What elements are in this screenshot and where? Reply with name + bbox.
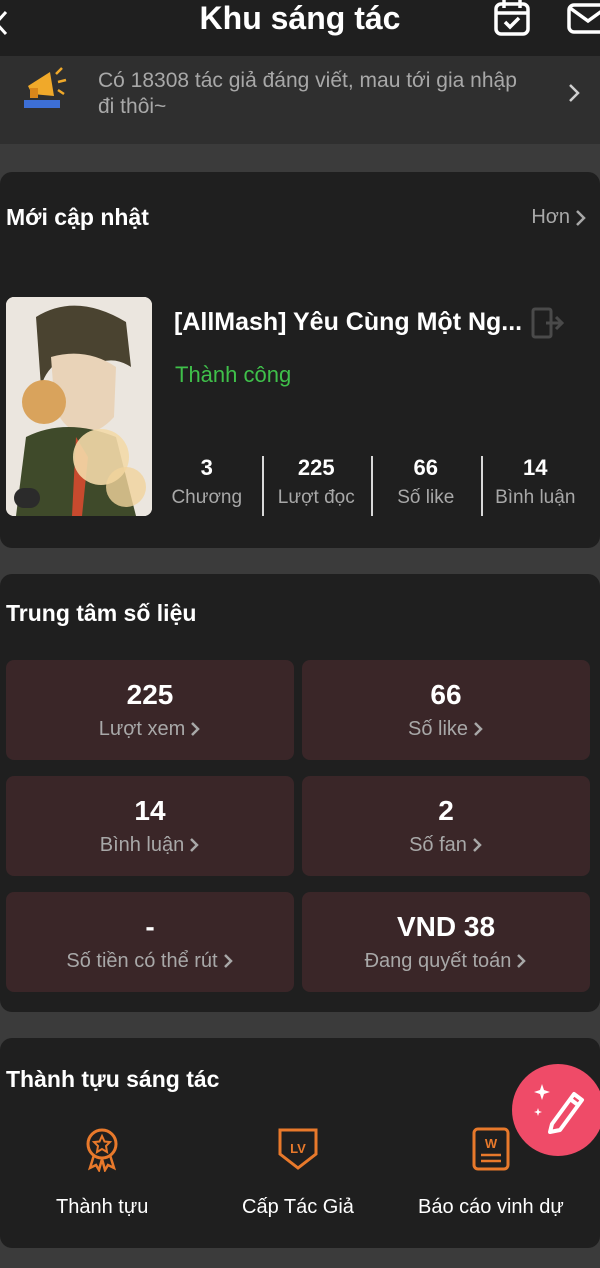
stat-label: Số like [408, 712, 484, 746]
comment-badge-icon [14, 488, 40, 508]
stat-label: Chương [171, 487, 243, 508]
chevron-right-icon [517, 954, 527, 968]
chevron-right-icon [576, 209, 586, 226]
chevron-right-icon [223, 954, 233, 968]
stat-label: Đang quyết toán [365, 944, 528, 978]
stat-value: 3 [200, 455, 213, 480]
mail-icon[interactable] [566, 2, 600, 34]
stats-center-card: Trung tâm số liệu 225 Lượt xem 66 Số lik… [0, 574, 600, 1012]
stat-tile-fans[interactable]: 2 Số fan [302, 776, 590, 876]
stat-label-text: Bình luận [99, 834, 185, 856]
stat-label-text: Đang quyết toán [364, 950, 512, 972]
stat-value: 225 [126, 679, 174, 710]
stat-label-text: Số like [407, 718, 469, 740]
pencil-sparkle-icon [534, 1084, 584, 1134]
stat-label: Bình luận [100, 828, 201, 862]
book-stat-chapters: 3 Chương [152, 454, 262, 516]
stat-label: Số fan [409, 828, 483, 862]
book-stat-likes: 66 Số like [371, 454, 481, 516]
book-cover-illustration [6, 297, 152, 516]
achievement-item-author-level[interactable]: LV Cấp Tác Giả [242, 1126, 354, 1219]
achievement-label: Cấp Tác Giả [242, 1196, 354, 1218]
stat-tile-likes[interactable]: 66 Số like [302, 660, 590, 760]
write-fab-button[interactable] [512, 1064, 600, 1156]
notice-text: Có 18308 tác giả đáng viết, mau tới gia … [98, 69, 517, 118]
stat-value: VND 38 [396, 911, 496, 942]
stat-value: 14 [134, 795, 166, 826]
exit-icon[interactable] [530, 306, 566, 340]
more-link[interactable]: Hơn [531, 206, 588, 229]
stat-value: 14 [523, 455, 548, 480]
stat-value: - [145, 911, 155, 942]
stat-tile-views[interactable]: 225 Lượt xem [6, 660, 294, 760]
recent-updates-card: Mới cập nhật Hơn [AllMash] Yêu Cùng Một … [0, 172, 600, 548]
achievement-item-achievements[interactable]: Thành tựu [56, 1126, 148, 1219]
book-title[interactable]: [AllMash] Yêu Cùng Một Ng... [174, 308, 534, 337]
svg-text:LV: LV [290, 1141, 306, 1156]
stat-value: 225 [297, 455, 335, 480]
level-badge-icon: LV [278, 1128, 318, 1170]
stat-value: 2 [438, 795, 454, 826]
achievement-label: Báo cáo vinh dự [418, 1196, 564, 1218]
stat-label-text: Số tiền có thể rút [66, 950, 218, 972]
stat-tile-comments[interactable]: 14 Bình luận [6, 776, 294, 876]
chevron-right-icon [473, 838, 482, 852]
section-title-updates: Mới cập nhật [6, 204, 149, 230]
honor-report-icon: W [472, 1127, 510, 1171]
stats-grid: 225 Lượt xem 66 Số like 14 Bình luận 2 S… [6, 660, 590, 992]
stat-label: Lượt đọc [277, 487, 355, 508]
stat-label-text: Lượt xem [98, 718, 186, 740]
more-label: Hơn [531, 206, 570, 228]
stat-tile-settling[interactable]: VND 38 Đang quyết toán [302, 892, 590, 992]
megaphone-icon [24, 67, 67, 108]
book-stat-reads: 225 Lượt đọc [261, 454, 372, 516]
calendar-icon[interactable] [492, 0, 532, 36]
book-status: Thành công [175, 362, 292, 387]
book-stat-comments: 14 Bình luận [480, 454, 591, 516]
chevron-right-icon [474, 722, 483, 736]
stat-value: 66 [413, 455, 438, 480]
section-title-achievements: Thành tựu sáng tác [6, 1066, 220, 1092]
medal-icon [86, 1128, 118, 1172]
achievements-card: Thành tựu sáng tác Thành tựu LV Cấp Tác … [0, 1038, 600, 1248]
stat-label-text: Số fan [409, 834, 467, 856]
stat-label: Bình luận [495, 487, 576, 508]
svg-text:W: W [485, 1136, 498, 1151]
stat-label: Số like [397, 487, 455, 508]
top-bar: Khu sáng tác [0, 0, 600, 56]
chevron-right-icon [191, 722, 201, 736]
book-stats: 3 Chương 225 Lượt đọc 66 Số like 14 Bình… [152, 454, 590, 516]
achievement-label: Thành tựu [56, 1196, 149, 1218]
section-title-stats: Trung tâm số liệu [6, 600, 197, 626]
achievements-row: Thành tựu LV Cấp Tác Giả W Báo cáo vinh … [0, 1126, 600, 1236]
chevron-right-icon[interactable] [566, 82, 582, 104]
chevron-right-icon [190, 838, 200, 852]
stat-tile-withdrawable[interactable]: - Số tiền có thể rút [6, 892, 294, 992]
stat-label: Số tiền có thể rút [66, 944, 233, 978]
stat-value: 66 [430, 679, 462, 710]
book-cover[interactable] [6, 297, 152, 516]
stat-label: Lượt xem [99, 712, 202, 746]
